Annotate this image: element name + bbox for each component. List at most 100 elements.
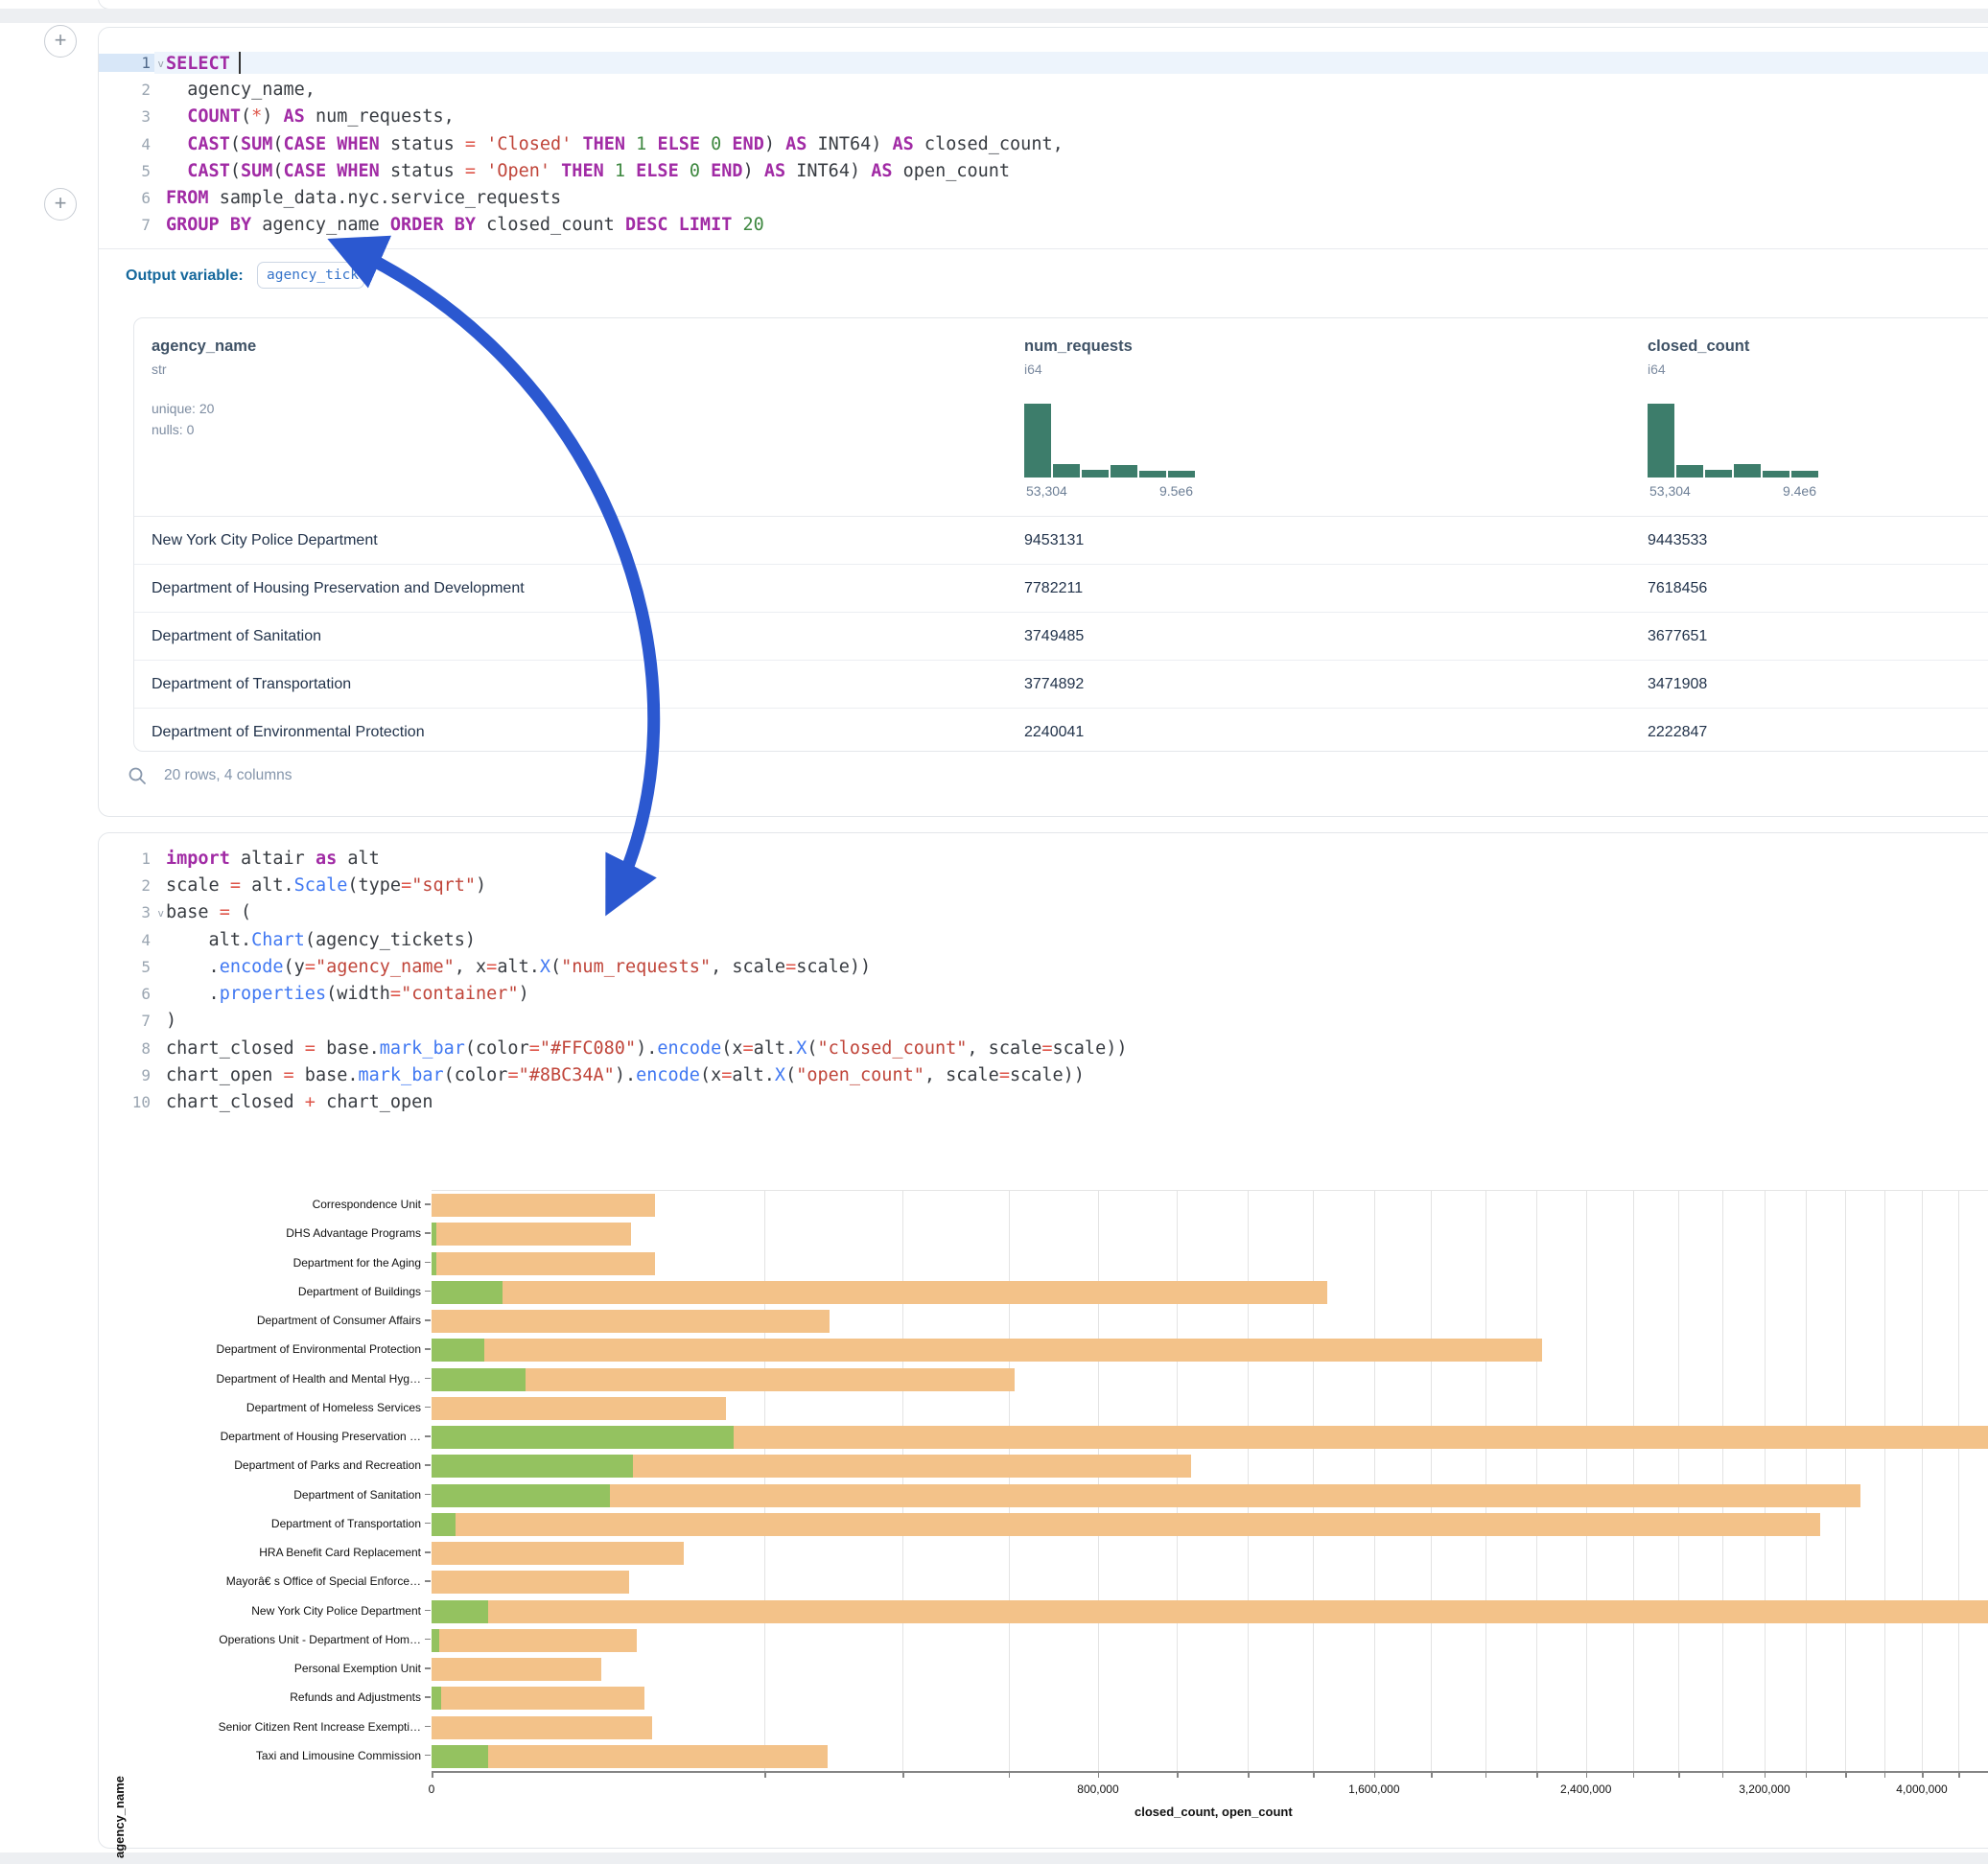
y-axis-label: Refunds and Adjustments xyxy=(99,1690,421,1704)
y-tick xyxy=(425,1464,431,1466)
y-tick xyxy=(425,1319,431,1321)
table-cell: 9443533 xyxy=(1630,532,1988,549)
table-row[interactable]: Department of Transportation377489234719… xyxy=(134,661,1988,709)
x-tick xyxy=(1431,1772,1433,1778)
closed-count-bar xyxy=(432,1310,830,1333)
code-line[interactable]: 4 alt.Chart(agency_tickets) xyxy=(99,926,1988,953)
line-number: 5 xyxy=(99,162,154,180)
code-output-divider xyxy=(99,248,1988,249)
output-variable-badge[interactable]: agency_tickets xyxy=(257,262,364,289)
column-name: num_requests xyxy=(1024,338,1630,356)
x-tick xyxy=(1765,1772,1766,1778)
code-line[interactable]: 8chart_closed = base.mark_bar(color="#FF… xyxy=(99,1035,1988,1061)
y-axis-label: Operations Unit - Department of Hom… xyxy=(99,1633,421,1646)
y-tick xyxy=(425,1726,431,1728)
line-number: 6 xyxy=(99,985,154,1003)
y-axis-label: DHS Advantage Programs xyxy=(99,1226,421,1240)
y-axis-label: New York City Police Department xyxy=(99,1604,421,1618)
y-axis-label: Department of Transportation xyxy=(99,1517,421,1530)
code-line[interactable]: 7) xyxy=(99,1008,1988,1035)
open-count-bar xyxy=(432,1223,436,1246)
table-footer: 20 rows, 4 columns xyxy=(128,757,292,795)
closed-count-bar xyxy=(432,1600,1988,1623)
code-line[interactable]: 9chart_open = base.mark_bar(color="#8BC3… xyxy=(99,1061,1988,1088)
gridline xyxy=(1922,1191,1923,1771)
table-row[interactable]: New York City Police Department945313194… xyxy=(134,517,1988,565)
table-cell: Department of Sanitation xyxy=(134,628,1007,645)
table-cell: 3749485 xyxy=(1007,628,1630,645)
x-axis-label: 3,200,000 xyxy=(1707,1782,1822,1796)
x-tick xyxy=(1586,1772,1588,1778)
gridline xyxy=(764,1191,765,1771)
code-line[interactable]: 3vbase = ( xyxy=(99,899,1988,926)
code-line[interactable]: 10chart_closed + chart_open xyxy=(99,1089,1988,1116)
output-variable-label: Output variable: xyxy=(126,268,244,285)
search-icon[interactable] xyxy=(128,766,147,785)
text-cursor xyxy=(239,52,241,74)
gridline xyxy=(1248,1191,1249,1771)
y-axis-label: HRA Benefit Card Replacement xyxy=(99,1546,421,1559)
code-line[interactable]: 2scale = alt.Scale(type="sqrt") xyxy=(99,872,1988,898)
y-axis-label: Personal Exemption Unit xyxy=(99,1662,421,1675)
x-axis-label: 2,400,000 xyxy=(1529,1782,1644,1796)
y-tick xyxy=(425,1291,431,1293)
python-code-editor[interactable]: 1import altair as alt2scale = alt.Scale(… xyxy=(99,845,1988,1116)
y-tick xyxy=(425,1580,431,1582)
table-row[interactable]: Department of Environmental Protection22… xyxy=(134,709,1988,756)
code-line[interactable]: 1import altair as alt xyxy=(99,845,1988,872)
line-number: 4 xyxy=(99,135,154,153)
open-count-bar xyxy=(432,1513,456,1536)
table-cell: 7618456 xyxy=(1630,580,1988,597)
column-header[interactable]: closed_counti6453,3049.4e6 xyxy=(1630,318,1988,516)
x-tick xyxy=(1485,1772,1487,1778)
collapse-chevron-icon[interactable]: v xyxy=(157,907,164,920)
code-line[interactable]: 2 agency_name, xyxy=(99,76,1988,103)
code-line[interactable]: 6 .properties(width="container") xyxy=(99,980,1988,1007)
x-tick xyxy=(1845,1772,1847,1778)
code-line[interactable]: 5 CAST(SUM(CASE WHEN status = 'Open' THE… xyxy=(99,157,1988,184)
column-stats: unique: 20nulls: 0 xyxy=(152,398,1007,440)
gridline xyxy=(1884,1191,1885,1771)
code-line[interactable]: 7GROUP BY agency_name ORDER BY closed_co… xyxy=(99,212,1988,239)
line-number: 9 xyxy=(99,1066,154,1084)
code-line[interactable]: 4 CAST(SUM(CASE WHEN status = 'Closed' T… xyxy=(99,130,1988,157)
plus-icon: + xyxy=(55,191,67,215)
open-count-bar xyxy=(432,1687,441,1710)
closed-count-bar xyxy=(432,1484,1860,1507)
x-tick xyxy=(432,1772,433,1778)
y-tick xyxy=(425,1639,431,1641)
table-cell: Department of Housing Preservation and D… xyxy=(134,580,1007,597)
line-number: 2 xyxy=(99,876,154,895)
y-tick xyxy=(425,1610,431,1612)
closed-count-bar xyxy=(432,1745,828,1768)
x-axis-label: 800,000 xyxy=(1041,1782,1156,1796)
closed-count-bar xyxy=(432,1194,655,1217)
y-tick xyxy=(425,1551,431,1553)
code-line[interactable]: 6FROM sample_data.nyc.service_requests xyxy=(99,184,1988,211)
code-text: CAST(SUM(CASE WHEN status = 'Open' THEN … xyxy=(154,161,1988,181)
table-row[interactable]: Department of Sanitation37494853677651 xyxy=(134,613,1988,661)
column-type: i64 xyxy=(1024,361,1630,377)
y-tick xyxy=(425,1435,431,1437)
y-axis-label: Department of Parks and Recreation xyxy=(99,1458,421,1472)
add-cell-button-middle[interactable]: + xyxy=(44,188,77,221)
code-line[interactable]: 3 COUNT(*) AS num_requests, xyxy=(99,104,1988,130)
line-number: 3v xyxy=(99,903,154,921)
code-line[interactable]: 5 .encode(y="agency_name", x=alt.X("num_… xyxy=(99,953,1988,980)
sql-code-editor[interactable]: 1vSELECT2 agency_name,3 COUNT(*) AS num_… xyxy=(99,49,1988,239)
table-row[interactable]: Department of Housing Preservation and D… xyxy=(134,565,1988,613)
add-cell-button-top[interactable]: + xyxy=(44,25,77,58)
cell-gap-band xyxy=(0,9,1988,23)
line-number: 1v xyxy=(99,54,154,72)
open-count-bar xyxy=(432,1455,633,1478)
y-tick xyxy=(425,1494,431,1496)
open-count-bar xyxy=(432,1281,503,1304)
code-line[interactable]: 1vSELECT xyxy=(99,49,1988,76)
closed-count-bar xyxy=(432,1542,684,1565)
gridline xyxy=(902,1191,903,1771)
column-header[interactable]: num_requestsi6453,3049.5e6 xyxy=(1007,318,1630,516)
table-cell: New York City Police Department xyxy=(134,532,1007,549)
column-header[interactable]: agency_namestrunique: 20nulls: 0 xyxy=(134,318,1007,516)
collapse-chevron-icon[interactable]: v xyxy=(157,58,164,70)
table-cell: Department of Environmental Protection xyxy=(134,724,1007,741)
